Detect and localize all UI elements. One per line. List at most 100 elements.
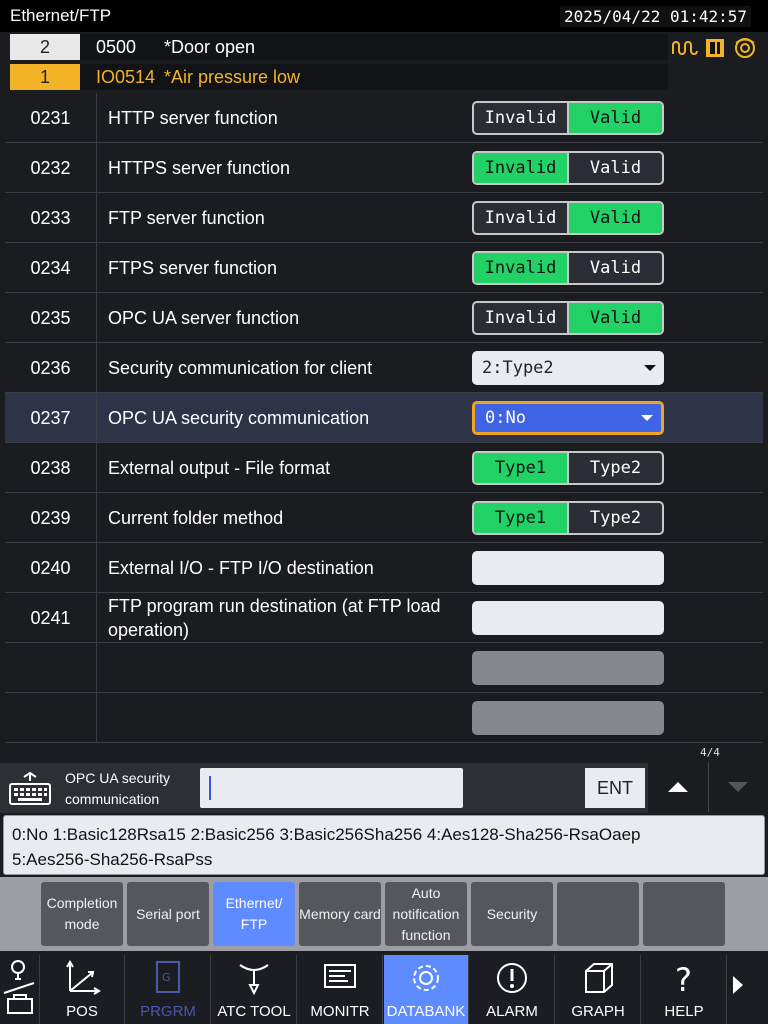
toggle-option[interactable]: Type2	[567, 503, 662, 533]
soft-key-label: Ethernet/ FTP	[225, 895, 283, 932]
soft-key[interactable]	[557, 882, 639, 946]
soft-key[interactable]: Auto notification function	[385, 882, 467, 946]
toggle-option[interactable]: Valid	[567, 203, 662, 233]
parameter-row[interactable]: 0239 Current folder method Type1 Type2	[5, 493, 763, 543]
hint-line-1: 0:No 1:Basic128Rsa15 2:Basic256 3:Basic2…	[12, 825, 641, 844]
page-up-icon[interactable]	[668, 782, 688, 792]
soft-key-label: Memory card	[299, 905, 381, 922]
menu-atc-tool-button[interactable]: ATC TOOL	[212, 955, 297, 1024]
parameter-number: 0237	[5, 393, 97, 443]
parameter-label: Security communication for client	[108, 358, 373, 378]
menu-label: MONITR	[310, 1003, 370, 1020]
toggle-option[interactable]: Valid	[567, 253, 662, 283]
alarm-number: 1	[10, 64, 80, 90]
menu-label: GRAPH	[571, 1003, 625, 1020]
text-field[interactable]	[472, 551, 664, 585]
toggle-switch[interactable]: Invalid Valid	[472, 301, 664, 335]
menu-alarm-button[interactable]: ALARM	[470, 955, 555, 1024]
toggle-switch[interactable]: Invalid Valid	[472, 251, 664, 285]
alarm-row[interactable]: 1 IO0514 *Air pressure low	[0, 62, 768, 91]
parameter-table: 0231 HTTP server function Invalid Valid 0232…	[5, 93, 763, 743]
menu-graph-button[interactable]: GRAPH	[556, 955, 641, 1024]
menu-pos-button[interactable]: POS	[40, 955, 125, 1024]
menu-prgrm-button[interactable]: G PRGRM	[126, 955, 211, 1024]
next-menu-icon[interactable]	[733, 976, 743, 994]
value-input-field[interactable]	[200, 768, 463, 808]
soft-key[interactable]	[643, 882, 725, 946]
parameter-number	[5, 693, 97, 743]
toggle-switch[interactable]: Invalid Valid	[472, 151, 664, 185]
toggle-option[interactable]: Type1	[474, 503, 567, 533]
alarm-row[interactable]: 2 0500 *Door open	[0, 32, 768, 61]
chevron-down-icon	[644, 365, 656, 371]
soft-key[interactable]: Serial port	[127, 882, 209, 946]
disabled-field	[472, 651, 664, 685]
parameter-row[interactable]: 0236 Security communication for client 2:T…	[5, 343, 763, 393]
parameter-row[interactable]: 0238 External output - File format Type1 Ty…	[5, 443, 763, 493]
spindle-wave-icon	[670, 34, 700, 62]
tool-icon	[234, 959, 274, 997]
parameter-row[interactable]: 0240 External I/O - FTP I/O destination	[5, 543, 763, 593]
keyboard-icon[interactable]	[8, 771, 52, 807]
parameter-row[interactable]: 0234 FTPS server function Invalid Valid	[5, 243, 763, 293]
toggle-option[interactable]: Invalid	[474, 303, 567, 333]
parameter-row[interactable]	[5, 693, 763, 743]
soft-key[interactable]: Completion mode	[41, 882, 123, 946]
alarm-message: *Air pressure low	[164, 67, 301, 87]
toggle-option[interactable]: Invalid	[474, 203, 567, 233]
menu-label: ATC TOOL	[217, 1003, 291, 1020]
toggle-switch[interactable]: Type1 Type2	[472, 451, 664, 485]
select-dropdown[interactable]: 0:No	[472, 401, 664, 435]
toggle-switch[interactable]: Invalid Valid	[472, 201, 664, 235]
toggle-option[interactable]: Invalid	[474, 153, 567, 183]
menu-label: DATABANK	[386, 1003, 466, 1020]
toggle-switch[interactable]: Invalid Valid	[472, 101, 664, 135]
parameter-number: 0231	[5, 93, 97, 143]
toggle-switch[interactable]: Type1 Type2	[472, 501, 664, 535]
parameter-label	[108, 693, 463, 743]
parameter-label	[108, 643, 463, 693]
toggle-option[interactable]: Valid	[567, 103, 662, 133]
page-down-icon	[728, 782, 748, 792]
parameter-label: FTP program run destination (at FTP load…	[108, 596, 441, 640]
toggle-option[interactable]: Invalid	[474, 253, 567, 283]
date-time: 2025/04/22 01:42:57	[560, 6, 752, 27]
soft-key[interactable]: Security	[471, 882, 553, 946]
menu-monitr-button[interactable]: MONITR	[298, 955, 383, 1024]
toggle-option[interactable]: Valid	[567, 153, 662, 183]
enter-button[interactable]: ENT	[585, 768, 645, 808]
parameter-row[interactable]: 0231 HTTP server function Invalid Valid	[5, 93, 763, 143]
toggle-option[interactable]: Type1	[474, 453, 567, 483]
side-tools-button[interactable]	[0, 955, 40, 1024]
svg-text:?: ?	[675, 961, 692, 997]
parameter-label: HTTP server function	[108, 108, 278, 128]
parameter-number: 0240	[5, 543, 97, 593]
select-dropdown[interactable]: 2:Type2	[472, 351, 664, 385]
select-value: 0:No	[485, 408, 526, 428]
cube-icon	[578, 959, 618, 997]
parameter-label: Current folder method	[108, 508, 284, 528]
page-navigator: 4/4	[648, 744, 768, 813]
parameter-number: 0234	[5, 243, 97, 293]
target-icon	[730, 34, 760, 62]
parameter-row[interactable]: 0235 OPC UA server function Invalid Valid	[5, 293, 763, 343]
parameter-row[interactable]: 0241 FTP program run destination (at FTP …	[5, 593, 763, 643]
soft-key[interactable]: Memory card	[299, 882, 381, 946]
toggle-option[interactable]: Invalid	[474, 103, 567, 133]
parameter-row[interactable]: 0233 FTP server function Invalid Valid	[5, 193, 763, 243]
parameter-row[interactable]: 0232 HTTPS server function Invalid Valid	[5, 143, 763, 193]
parameter-row[interactable]	[5, 643, 763, 693]
menu-databank-button[interactable]: DATABANK	[384, 955, 469, 1024]
toggle-option[interactable]: Type2	[567, 453, 662, 483]
soft-key[interactable]: Ethernet/ FTP	[213, 882, 295, 946]
menu-help-button[interactable]: ? HELP	[642, 955, 727, 1024]
options-hint: 0:No 1:Basic128Rsa15 2:Basic256 3:Basic2…	[3, 815, 765, 875]
parameter-row[interactable]: 0237 OPC UA security communication 0:No	[5, 393, 763, 443]
toggle-option[interactable]: Valid	[567, 303, 662, 333]
soft-key-bar: Completion mode Serial port Ethernet/ FTP M…	[0, 877, 768, 951]
alarm-number: 2	[10, 34, 80, 60]
divider	[708, 762, 709, 812]
text-field[interactable]	[472, 601, 664, 635]
parameter-label: FTP server function	[108, 208, 265, 228]
menu-label: POS	[66, 1003, 98, 1020]
